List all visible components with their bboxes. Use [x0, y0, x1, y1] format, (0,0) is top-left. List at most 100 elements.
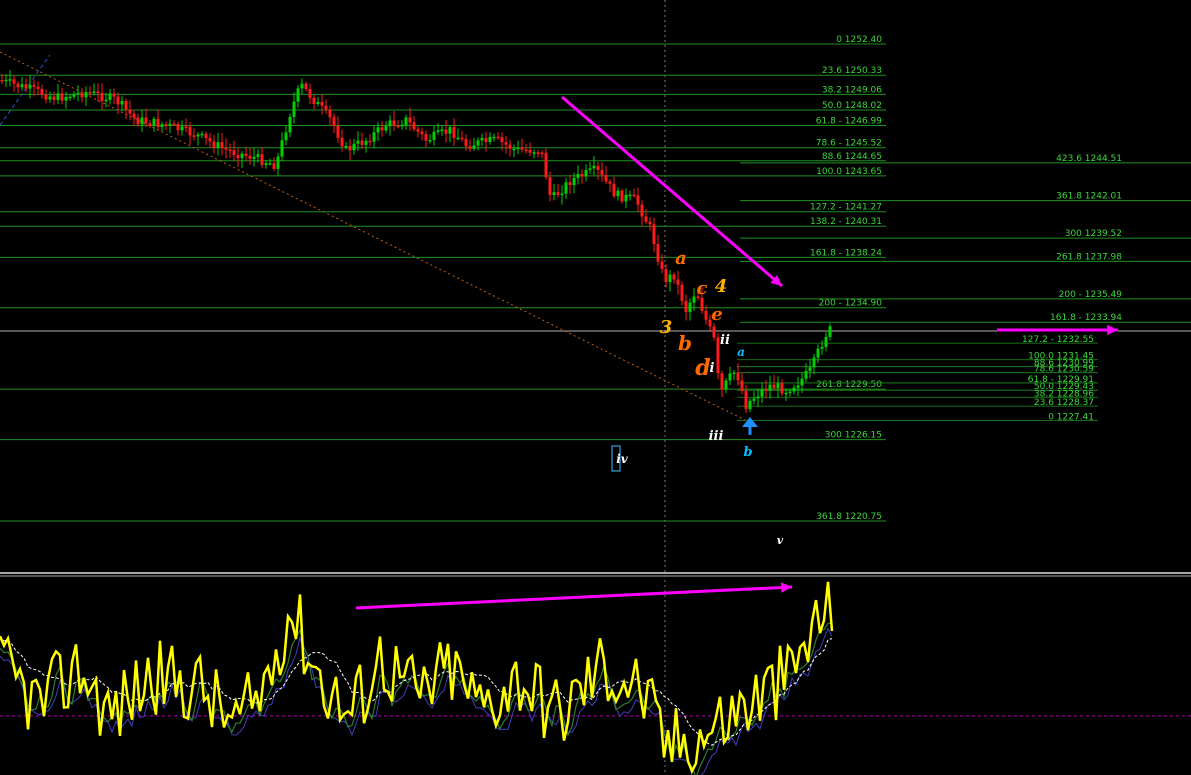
candle-body [60, 93, 64, 101]
candle-body [360, 140, 364, 145]
candle-body [404, 117, 408, 125]
fib-label-right: 261.8 1237.98 [1056, 252, 1122, 262]
fib-label: 78.6 - 1245.52 [816, 139, 882, 149]
candle-body [692, 296, 696, 303]
candle-body [204, 133, 208, 139]
candle-body [784, 392, 788, 395]
candle-body [144, 117, 148, 124]
candle-body [572, 177, 576, 186]
candle-body [660, 261, 664, 270]
candle-body [700, 297, 704, 311]
candle-body [652, 224, 656, 245]
candle-body [440, 129, 444, 131]
candle-body [540, 152, 544, 155]
candle-body [356, 140, 360, 144]
candle-body [716, 337, 720, 374]
candle-body [524, 149, 528, 152]
candle-body [796, 385, 800, 388]
candle-body [312, 97, 316, 105]
candle-body [576, 173, 580, 178]
candle-body [172, 123, 176, 126]
candle-body [264, 163, 268, 166]
candle-body [480, 137, 484, 141]
candle-body [180, 126, 184, 131]
candle-body [268, 163, 272, 165]
candle-body [420, 131, 424, 135]
candle-body [644, 216, 648, 222]
fib-label: 61.8 - 1246.99 [816, 117, 882, 127]
candle-body [760, 389, 764, 397]
candle-body [116, 96, 120, 105]
candle-body [728, 373, 732, 381]
candle-body [736, 372, 740, 381]
candle-body [392, 120, 396, 126]
candle-body [664, 269, 668, 282]
candle-body [476, 140, 480, 146]
candle-body [192, 135, 196, 137]
candle-body [564, 182, 568, 194]
candle-body [296, 88, 300, 102]
candle-body [384, 126, 388, 131]
candle-body [804, 370, 808, 379]
candle-body [168, 123, 172, 126]
candle-body [768, 384, 772, 391]
candle-body [740, 380, 744, 392]
candle-body [316, 101, 320, 105]
candle-body [152, 118, 156, 126]
candle-body [732, 372, 736, 375]
candle-body [300, 83, 304, 89]
candle-body [68, 96, 72, 99]
fib-label-right: 200 - 1235.49 [1059, 290, 1123, 300]
chart-background [0, 0, 1191, 775]
candle-body [720, 373, 724, 390]
candle-body [600, 169, 604, 175]
fib-label: 138.2 - 1240.31 [810, 217, 882, 227]
candle-body [752, 398, 756, 401]
candle-body [388, 120, 392, 127]
candle-body [520, 147, 524, 150]
fib-label-small: 23.6 1228.37 [1034, 398, 1094, 408]
candle-body [648, 221, 652, 225]
candle-body [284, 132, 288, 141]
candle-body [164, 124, 168, 126]
candle-body [44, 95, 48, 100]
candle-body [412, 122, 416, 130]
fib-label-small: 127.2 - 1232.55 [1022, 335, 1094, 345]
wave-label: 4 [715, 276, 728, 297]
candle-body [812, 357, 816, 368]
fib-label: 161.8 - 1238.24 [810, 248, 882, 258]
fib-label-right: 423.6 1244.51 [1056, 154, 1122, 164]
candle-body [504, 142, 508, 145]
candle-body [212, 141, 216, 149]
candle-body [444, 129, 448, 134]
candle-body [628, 194, 632, 197]
candle-body [620, 190, 624, 202]
candle-body [560, 193, 564, 196]
wave-label: iii [709, 429, 724, 444]
candle-body [592, 165, 596, 169]
candle-body [744, 391, 748, 410]
candle-body [64, 97, 68, 101]
candle-body [256, 154, 260, 157]
candle-body [496, 136, 500, 139]
candle-body [464, 139, 468, 147]
fib-label: 100.0 1243.65 [816, 167, 882, 177]
candle-body [372, 132, 376, 142]
wave-label: d [695, 355, 710, 381]
candle-body [112, 93, 116, 97]
fib-label: 0 1252.40 [836, 35, 882, 45]
candle-body [4, 79, 8, 82]
candle-body [468, 146, 472, 149]
candle-body [260, 154, 264, 166]
candle-body [756, 396, 760, 399]
candle-body [72, 93, 76, 97]
wave-label: c [697, 278, 708, 299]
fib-label-right: 361.8 1242.01 [1056, 192, 1122, 202]
candle-body [828, 326, 832, 337]
candle-body [776, 383, 780, 389]
fib-label-small: 0 1227.41 [1048, 413, 1094, 423]
candle-body [636, 195, 640, 205]
candle-body [396, 125, 400, 128]
candle-body [80, 92, 84, 98]
candle-body [528, 149, 532, 153]
